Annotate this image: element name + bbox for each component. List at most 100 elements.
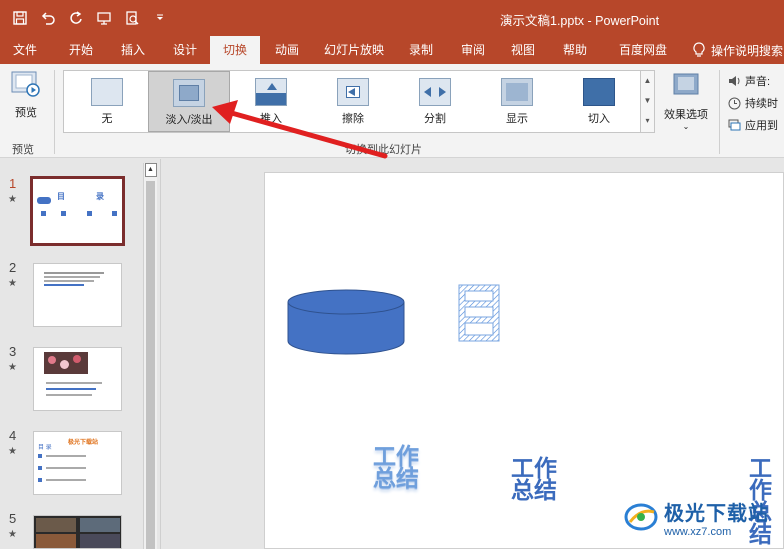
slide-thumbnail-2[interactable] — [33, 263, 122, 327]
thumb-text-line — [44, 276, 100, 278]
transition-label: 无 — [101, 113, 113, 125]
cylinder-shape[interactable] — [287, 289, 407, 357]
sound-control[interactable]: 声音: — [728, 70, 784, 92]
animation-star-icon: ★ — [8, 278, 17, 289]
slide-title-char[interactable]: 目 — [455, 281, 503, 345]
animation-star-icon: ★ — [8, 529, 17, 540]
tab-transitions[interactable]: 切换 — [210, 36, 260, 64]
effect-options-button[interactable]: 效果选项 ⌄ — [658, 70, 714, 136]
group-divider — [719, 70, 720, 154]
thumb-photo — [44, 352, 88, 374]
tab-design[interactable]: 设计 — [160, 36, 210, 64]
ribbon-tabs: 文件 开始 插入 设计 切换 动画 幻灯片放映 录制 审阅 视图 帮助 百度网盘… — [0, 36, 784, 64]
customize-icon[interactable] — [148, 6, 172, 30]
gallery-up-icon[interactable]: ▲ — [641, 71, 654, 91]
slide-thumbnail-3[interactable] — [33, 347, 122, 411]
tell-me-search[interactable]: 操作说明搜索 — [693, 36, 783, 64]
gallery-scroll[interactable]: ▲ ▼ ▾ — [641, 70, 655, 133]
wordart-line: 总结 — [511, 477, 557, 503]
thumb-mark — [38, 466, 42, 470]
preview-label: 预览 — [15, 107, 37, 119]
gallery-more-icon[interactable]: ▾ — [641, 111, 654, 131]
thumb-label: 目 录 — [38, 445, 52, 451]
slide-thumbnails-panel: 1 ★ 目 录 2 ★ 3 ★ 4 ★ 极光下载站 目 录 5 ★ ▲ — [0, 159, 158, 549]
split-transition-icon — [419, 78, 451, 106]
thumb-text-line — [46, 382, 102, 384]
thumb-text-line — [44, 272, 104, 274]
tab-record[interactable]: 录制 — [396, 36, 446, 64]
gallery-down-icon[interactable]: ▼ — [641, 91, 654, 111]
thumb-text-line — [46, 455, 86, 457]
panel-divider[interactable] — [160, 159, 161, 549]
none-transition-icon — [91, 78, 123, 106]
thumb-mark — [87, 211, 92, 216]
tab-insert[interactable]: 插入 — [108, 36, 158, 64]
slide-thumbnail-1[interactable]: 目 录 — [30, 176, 125, 246]
clock-icon — [728, 97, 741, 109]
duration-control[interactable]: 持续时 — [728, 92, 784, 114]
speaker-icon — [729, 76, 740, 86]
preview-icon — [11, 70, 41, 98]
slide-number: 5 — [9, 511, 17, 526]
thumb-title-a: 目 — [57, 192, 65, 201]
thumb-photo — [80, 534, 120, 548]
duration-label: 持续时 — [745, 98, 778, 110]
transition-reveal[interactable]: 显示 — [476, 71, 558, 132]
save-icon[interactable] — [8, 6, 32, 30]
transition-split[interactable]: 分割 — [394, 71, 476, 132]
scrollbar-thumb[interactable] — [146, 181, 155, 549]
print-preview-icon[interactable] — [120, 6, 144, 30]
scroll-up-icon[interactable]: ▲ — [144, 163, 157, 177]
transition-cut[interactable]: 切入 — [558, 71, 640, 132]
undo-icon[interactable] — [36, 6, 60, 30]
wordart-reflection[interactable]: 工作 总结 — [373, 445, 419, 491]
slide-title-text: 目 — [455, 281, 456, 282]
slide-thumbnail-5[interactable] — [33, 515, 122, 549]
apply-to-all-button[interactable]: 应用到 — [728, 114, 784, 136]
thumb-title-b: 录 — [96, 192, 104, 201]
tab-slideshow[interactable]: 幻灯片放映 — [316, 36, 392, 64]
tab-home[interactable]: 开始 — [56, 36, 106, 64]
tab-review[interactable]: 审阅 — [448, 36, 498, 64]
tab-file[interactable]: 文件 — [0, 36, 50, 64]
transition-none[interactable]: 无 — [66, 71, 148, 132]
effect-options-icon — [671, 72, 701, 100]
thumb-mark — [112, 211, 117, 216]
wordart-line: 总结 — [373, 465, 419, 491]
thumb-mark — [41, 211, 46, 216]
thumb-photo — [36, 534, 76, 548]
preview-button[interactable]: 预览 — [6, 70, 46, 132]
watermark-url: www.xz7.com — [664, 525, 732, 538]
redo-icon[interactable] — [64, 6, 88, 30]
thumbnail-scrollbar[interactable]: ▲ — [143, 163, 157, 549]
ribbon: 预览 预览 无 淡入/淡出 推入 擦除 分割 显示 切入 ▲ ▼ ▾ 效果选项 … — [0, 64, 784, 158]
thumb-text-line — [46, 479, 86, 481]
document-title: 演示文稿1.pptx - PowerPoint — [500, 14, 660, 28]
sound-label: 声音: — [745, 76, 771, 88]
annotation-arrow — [212, 100, 388, 159]
group-divider — [54, 70, 55, 154]
slide-thumbnail-4[interactable]: 极光下载站 目 录 — [33, 431, 122, 495]
thumb-photo — [36, 518, 76, 532]
watermark-name: 极光下载站 — [664, 502, 769, 525]
timing-group: 声音: 持续时 应用到 — [728, 70, 784, 136]
watermark-logo-icon — [624, 503, 658, 531]
effect-options-label: 效果选项 — [664, 109, 708, 121]
thumb-text-line — [46, 467, 86, 469]
thumb-text-line — [46, 388, 96, 390]
apply-all-label: 应用到 — [745, 120, 778, 132]
slideshow-icon[interactable] — [92, 6, 116, 30]
quick-access-toolbar — [8, 6, 172, 30]
tab-view[interactable]: 视图 — [498, 36, 548, 64]
thumb-text-line — [44, 280, 94, 282]
animation-star-icon: ★ — [8, 194, 17, 205]
watermark: 极光下载站 www.xz7.com — [624, 492, 782, 542]
preview-group-label: 预览 — [12, 144, 34, 156]
thumb-mark — [38, 454, 42, 458]
transition-label: 切入 — [588, 113, 610, 125]
wordart-solid[interactable]: 工作 总结 — [511, 457, 557, 503]
tab-help[interactable]: 帮助 — [550, 36, 600, 64]
tab-animations[interactable]: 动画 — [262, 36, 312, 64]
tab-baidu-netdisk[interactable]: 百度网盘 — [606, 36, 680, 64]
thumb-photo — [80, 518, 120, 532]
